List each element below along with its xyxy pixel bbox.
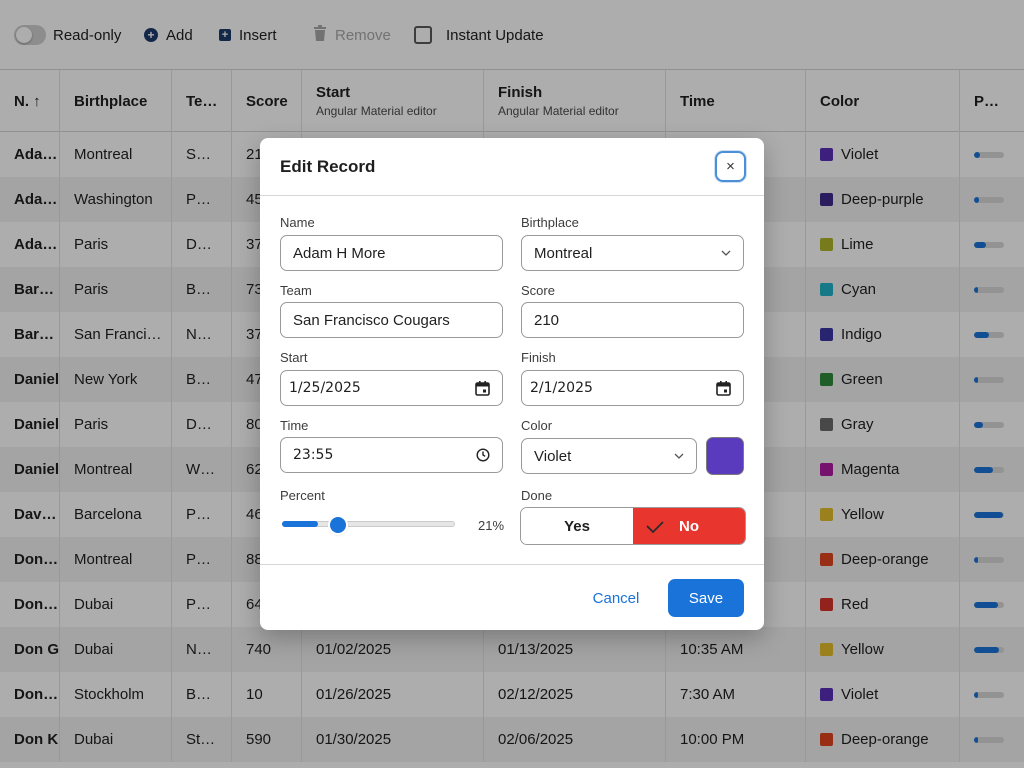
color-preview-swatch[interactable]: [706, 437, 744, 475]
dialog-header: Edit Record ×: [260, 138, 764, 196]
clock-icon[interactable]: [476, 448, 490, 462]
save-label: Save: [688, 589, 724, 607]
birthplace-select[interactable]: Montreal: [521, 235, 744, 271]
chevron-down-icon: [674, 453, 684, 459]
finish-value: 2/1/2025: [530, 380, 593, 396]
finish-date-field[interactable]: 2/1/2025: [521, 370, 744, 406]
cancel-label: Cancel: [592, 589, 640, 607]
time-label: Time: [280, 418, 309, 433]
done-no-button[interactable]: No: [633, 508, 745, 544]
score-label: Score: [521, 283, 555, 298]
team-label: Team: [280, 283, 312, 298]
done-yes-label: Yes: [564, 517, 590, 535]
start-date-field[interactable]: 1/25/2025: [280, 370, 503, 406]
color-value: Violet: [534, 447, 572, 465]
percent-label: Percent: [280, 488, 325, 503]
finish-label: Finish: [521, 350, 556, 365]
dialog-title: Edit Record: [280, 156, 376, 176]
team-field[interactable]: San Francisco Cougars: [280, 302, 503, 338]
birthplace-value: Montreal: [534, 244, 593, 262]
name-value: Adam H More: [293, 244, 386, 262]
start-label: Start: [280, 350, 308, 365]
birthplace-label: Birthplace: [521, 215, 579, 230]
done-label: Done: [521, 488, 553, 503]
slider-fill: [282, 521, 318, 527]
done-toggle-group: Yes No: [520, 507, 746, 545]
percent-readout: 21%: [478, 518, 505, 533]
start-value: 1/25/2025: [289, 380, 361, 396]
score-field[interactable]: 210: [521, 302, 744, 338]
done-yes-button[interactable]: Yes: [521, 508, 633, 544]
close-button[interactable]: ×: [715, 151, 746, 182]
calendar-icon[interactable]: [475, 380, 490, 396]
dialog-footer: Cancel Save: [260, 564, 764, 630]
team-value: San Francisco Cougars: [293, 311, 450, 329]
percent-slider[interactable]: [282, 521, 455, 527]
name-field[interactable]: Adam H More: [280, 235, 503, 271]
name-label: Name: [280, 215, 315, 230]
color-select[interactable]: Violet: [521, 438, 697, 474]
chevron-down-icon: [721, 250, 731, 256]
calendar-icon[interactable]: [716, 380, 731, 396]
color-label: Color: [521, 418, 553, 433]
check-icon: [645, 516, 665, 540]
time-field[interactable]: 23:55: [280, 437, 503, 473]
save-button[interactable]: Save: [668, 579, 744, 617]
time-value: 23:55: [293, 447, 334, 463]
done-no-label: No: [679, 517, 699, 535]
score-value: 210: [534, 311, 560, 329]
edit-record-dialog: Edit Record × Name Adam H More Birthplac…: [260, 138, 764, 630]
slider-thumb[interactable]: [330, 517, 346, 533]
close-icon: ×: [726, 158, 735, 175]
cancel-button[interactable]: Cancel: [585, 579, 647, 617]
